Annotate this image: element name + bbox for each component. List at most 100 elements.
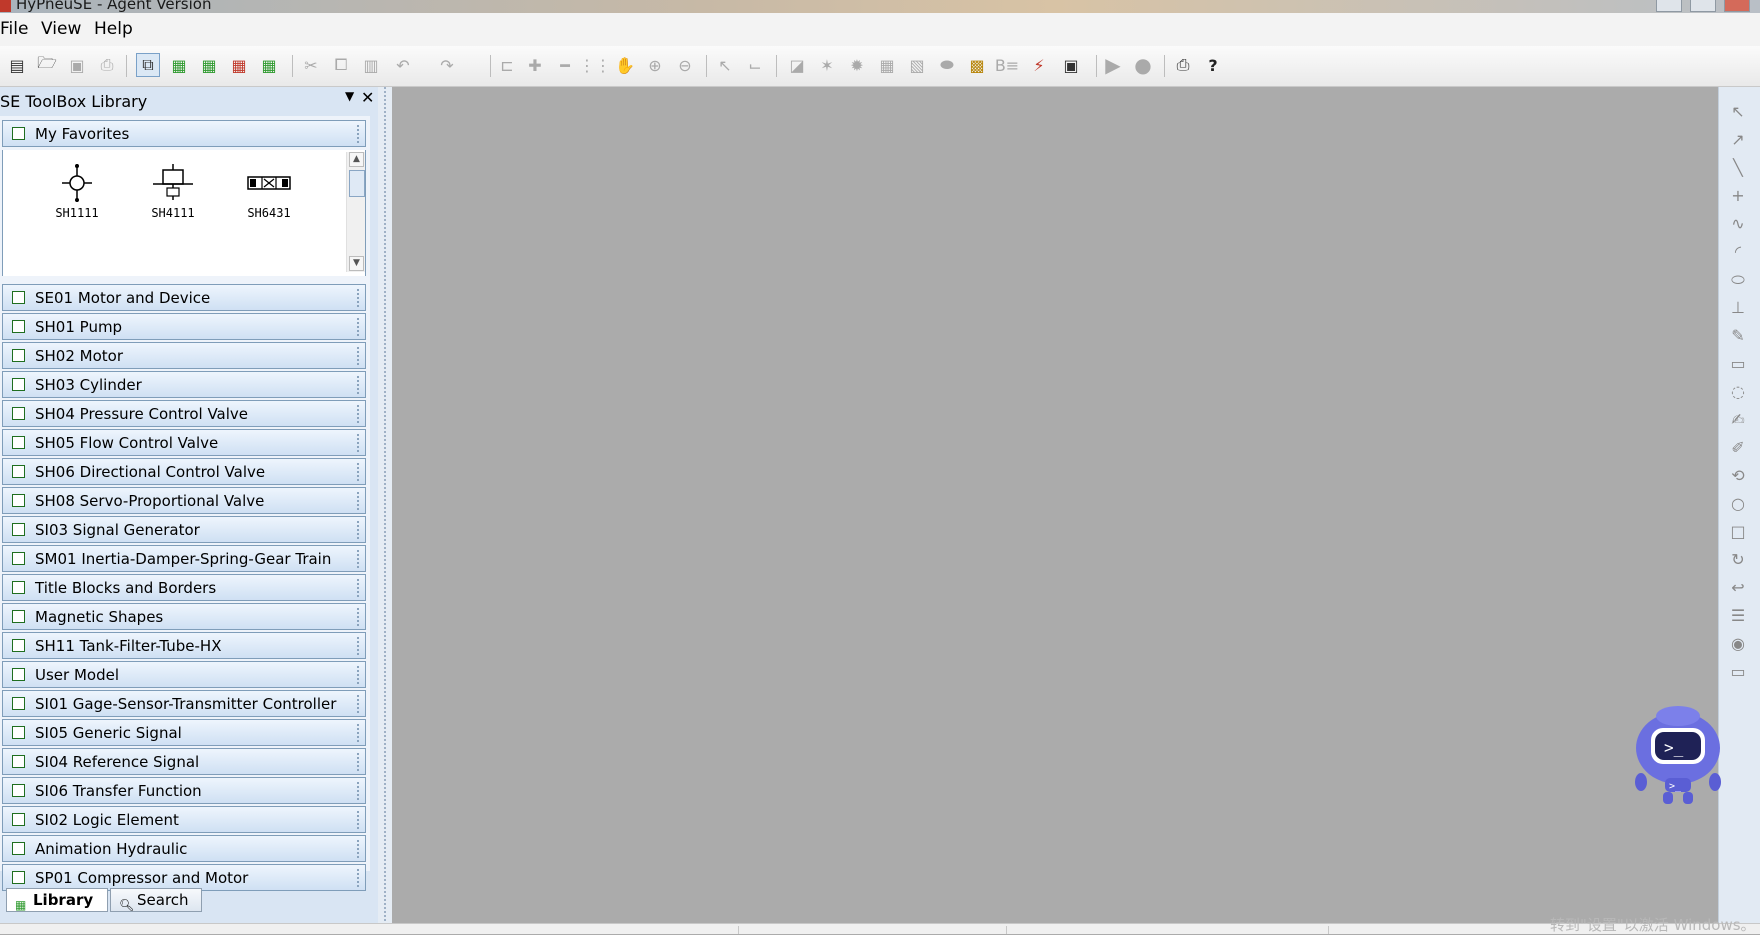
plus-icon[interactable]: ✚ (524, 54, 546, 76)
close-window-button[interactable] (1724, 0, 1750, 12)
circle-icon[interactable]: ○ (1727, 493, 1749, 515)
library-add-icon[interactable]: ▦ (168, 54, 190, 76)
copy-icon[interactable]: ⧠ (330, 54, 352, 76)
list-icon[interactable]: ☰ (1727, 605, 1749, 627)
section-item[interactable]: SI06 Transfer Function (2, 777, 366, 804)
section-item[interactable]: SH04 Pressure Control Valve (2, 400, 366, 427)
paste-icon[interactable]: ▥ (360, 54, 382, 76)
section-item[interactable]: SH02 Motor (2, 342, 366, 369)
zoom-out-icon[interactable]: ⊖ (674, 54, 696, 76)
redo-icon[interactable]: ↷ (436, 54, 458, 76)
library-save-icon[interactable]: ▦ (258, 54, 280, 76)
grid-icon[interactable]: ⋮⋮ (579, 54, 611, 76)
monitor-icon[interactable]: ▣ (1060, 54, 1082, 76)
select-arrow-icon[interactable]: ↖ (1727, 101, 1749, 123)
section-my-favorites[interactable]: My Favorites (2, 120, 366, 147)
table-icon[interactable]: ▦ (876, 54, 898, 76)
section-item[interactable]: SH01 Pump (2, 313, 366, 340)
frame-icon[interactable]: ◪ (786, 54, 808, 76)
undo-icon[interactable]: ↶ (392, 54, 414, 76)
favorite-item[interactable]: SH6431 (229, 162, 309, 220)
callout-icon[interactable]: ▭ (1727, 353, 1749, 375)
cross-icon[interactable]: + (1727, 185, 1749, 207)
stop-icon[interactable]: ● (1132, 53, 1154, 77)
edit-icon[interactable]: ✐ (1727, 437, 1749, 459)
dimension-icon[interactable]: ⊥ (1727, 297, 1749, 319)
section-item[interactable]: SI02 Logic Element (2, 806, 366, 833)
section-item[interactable]: SH03 Cylinder (2, 371, 366, 398)
maximize-button[interactable] (1690, 0, 1716, 12)
pen-icon[interactable]: ✎ (1727, 325, 1749, 347)
section-item[interactable]: SH11 Tank-Filter-Tube-HX (2, 632, 366, 659)
curve-icon[interactable]: ∿ (1727, 213, 1749, 235)
menu-file[interactable]: File (0, 19, 28, 39)
section-item[interactable]: SH08 Servo-Proportional Valve (2, 487, 366, 514)
section-item[interactable]: SE01 Motor and Device (2, 284, 366, 311)
open-folder-icon[interactable]: 🗁 (36, 53, 58, 76)
new-document-icon[interactable]: ▤ (6, 54, 28, 76)
section-item[interactable]: Animation Hydraulic (2, 835, 366, 862)
section-item[interactable]: SI01 Gage-Sensor-Transmitter Controller (2, 690, 366, 717)
run-icon[interactable]: ▶ (1102, 53, 1124, 77)
printer-setup-icon[interactable]: ⎙ (1172, 54, 1194, 76)
tab-search[interactable]: 🔍︎ Search (110, 888, 202, 912)
section-item[interactable]: SI03 Signal Generator (2, 516, 366, 543)
connect-icon[interactable]: ⌙ (744, 54, 766, 76)
drawing-canvas[interactable] (392, 87, 1718, 923)
brush-icon[interactable]: ✍ (1727, 409, 1749, 431)
hand-icon[interactable]: ✋ (614, 54, 636, 76)
section-item[interactable]: SH05 Flow Control Valve (2, 429, 366, 456)
report-icon[interactable]: ▧ (906, 54, 928, 76)
component-icon[interactable]: ✶ (816, 54, 838, 76)
section-item[interactable]: Magnetic Shapes (2, 603, 366, 630)
section-item[interactable]: SI05 Generic Signal (2, 719, 366, 746)
select-point-icon[interactable]: ↗ (1727, 129, 1749, 151)
close-icon[interactable]: ✕ (361, 88, 374, 107)
library-icon (12, 523, 25, 536)
refresh-icon[interactable]: ↻ (1727, 549, 1749, 571)
fill-icon[interactable]: ◉ (1727, 633, 1749, 655)
dropdown-icon[interactable]: ▼ (345, 89, 354, 103)
minus-icon[interactable]: ━ (554, 54, 576, 76)
hook-icon[interactable]: ↩ (1727, 577, 1749, 599)
arc-icon[interactable]: ◜ (1727, 241, 1749, 263)
text-icon[interactable]: B≡ (995, 54, 1019, 76)
menu-view[interactable]: View (41, 19, 81, 39)
section-item[interactable]: SH06 Directional Control Valve (2, 458, 366, 485)
save-icon[interactable]: ▣ (66, 54, 88, 76)
pointer-icon[interactable]: ↖ (714, 54, 736, 76)
panel-splitter[interactable] (378, 87, 392, 933)
assistant-mascot-icon[interactable]: >_ >_ (1633, 704, 1723, 806)
library-delete-icon[interactable]: ▦ (228, 54, 250, 76)
graph-icon[interactable]: ⚡ (1028, 54, 1050, 76)
align-icon[interactable]: ⊏ (496, 54, 518, 76)
window-icon[interactable]: ⧉ (136, 53, 160, 77)
square-icon[interactable]: □ (1727, 521, 1749, 543)
line-icon[interactable]: ╲ (1727, 157, 1749, 179)
section-item[interactable]: SM01 Inertia-Damper-Spring-Gear Train (2, 545, 366, 572)
favorites-scrollbar[interactable]: ▲ ▼ (346, 152, 365, 272)
box-icon[interactable]: ▩ (966, 54, 988, 76)
library-open-icon[interactable]: ▦ (198, 54, 220, 76)
gear-icon[interactable]: ✹ (846, 54, 868, 76)
minimize-button[interactable] (1656, 0, 1682, 12)
scroll-down-icon[interactable]: ▼ (349, 256, 364, 271)
tab-library[interactable]: ▦ Library (6, 888, 108, 912)
scroll-thumb[interactable] (349, 170, 365, 197)
lasso-icon[interactable]: ◌ (1727, 381, 1749, 403)
scroll-up-icon[interactable]: ▲ (349, 152, 364, 167)
section-item[interactable]: User Model (2, 661, 366, 688)
section-item[interactable]: Title Blocks and Borders (2, 574, 366, 601)
favorite-item[interactable]: SH4111 (133, 162, 213, 220)
section-item[interactable]: SI04 Reference Signal (2, 748, 366, 775)
favorite-item[interactable]: SH1111 (37, 162, 117, 220)
rectangle-icon[interactable]: ▭ (1727, 661, 1749, 683)
help-icon[interactable]: ? (1202, 54, 1224, 76)
ellipse-icon[interactable]: ⬭ (1727, 269, 1749, 291)
cut-icon[interactable]: ✂ (300, 54, 322, 76)
zoom-in-icon[interactable]: ⊕ (644, 54, 666, 76)
menu-help[interactable]: Help (94, 19, 133, 39)
print-icon[interactable]: ⎙ (96, 54, 118, 76)
shape-icon[interactable]: ⬬ (936, 54, 958, 76)
rotate-icon[interactable]: ⟲ (1727, 465, 1749, 487)
